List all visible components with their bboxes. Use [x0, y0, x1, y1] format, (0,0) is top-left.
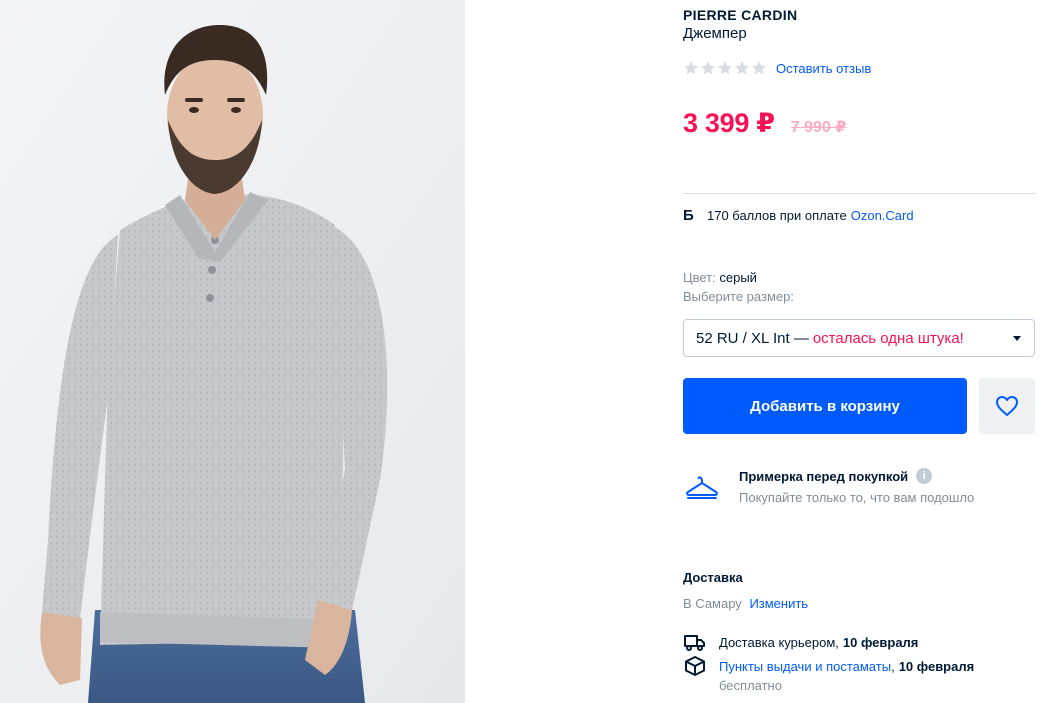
color-line: Цвет: серый [683, 270, 757, 285]
star-icon [684, 61, 698, 75]
change-region-link[interactable]: Изменить [749, 596, 808, 611]
info-icon[interactable]: i [916, 468, 933, 484]
pickup-date: 10 февраля [898, 658, 975, 674]
pickup-comma: , [891, 658, 895, 674]
price-row: 3 399 ₽ 7 990 ₽ [683, 108, 846, 139]
bonus-points-row: Б 170 баллов при оплате Ozon.Card [683, 207, 914, 224]
stock-warning: осталась одна штука! [812, 329, 964, 347]
courier-delivery-row: Доставка курьером, 10 февраля [683, 632, 918, 652]
star-icon [718, 61, 732, 75]
try-on-title-text: Примерка перед покупкой [739, 468, 909, 484]
color-label: Цвет: [683, 270, 716, 285]
ozon-card-link[interactable]: Ozon.Card [851, 208, 914, 223]
size-label: Выберите размер: [683, 289, 794, 304]
courier-text: Доставка курьером, [719, 634, 839, 650]
size-selected-value: 52 RU / XL Int — [696, 329, 809, 347]
rating-row: Оставить отзыв [683, 60, 871, 76]
region-text: В Самару [683, 596, 742, 611]
star-icon [735, 61, 749, 75]
truck-icon [684, 635, 705, 651]
add-to-cart-button[interactable]: Добавить в корзину [683, 378, 967, 434]
product-photo-illustration [0, 0, 465, 703]
try-on-subtitle: Покупайте только то, что вам подошло [739, 490, 975, 505]
product-info-panel: PIERRE CARDIN Джемпер Оставить отзыв 3 3… [683, 0, 1035, 703]
bonus-points-icon: Б [683, 207, 694, 224]
bonus-text: 170 баллов при оплате [707, 208, 847, 223]
parcel-box-icon [685, 656, 705, 676]
favorite-button[interactable] [979, 378, 1035, 434]
heart-icon [996, 396, 1018, 416]
product-title: Джемпер [683, 25, 747, 42]
try-on-info: Примерка перед покупкой i Покупайте толь… [683, 466, 1035, 510]
delivery-region: В Самару Изменить [683, 596, 808, 611]
product-image[interactable] [0, 0, 465, 703]
hanger-icon [686, 476, 718, 499]
old-price: 7 990 ₽ [790, 119, 847, 136]
courier-date: 10 февраля [842, 634, 919, 650]
pickup-delivery-row: Пункты выдачи и постаматы , 10 февраля [683, 656, 974, 676]
color-value: серый [719, 270, 757, 285]
divider [683, 193, 1035, 194]
star-icon [752, 61, 766, 75]
star-icon [701, 61, 715, 75]
pickup-points-link[interactable]: Пункты выдачи и постаматы [719, 659, 891, 674]
brand-name[interactable]: PIERRE CARDIN [683, 7, 797, 23]
rating-stars[interactable] [683, 60, 767, 76]
size-select[interactable]: 52 RU / XL Int — осталась одна штука! [683, 319, 1035, 357]
delivery-heading: Доставка [683, 570, 743, 585]
current-price: 3 399 ₽ [683, 108, 775, 138]
pickup-price: бесплатно [719, 678, 782, 693]
try-on-title: Примерка перед покупкой i [739, 468, 933, 484]
chevron-down-icon [1013, 336, 1021, 341]
leave-review-link[interactable]: Оставить отзыв [776, 61, 871, 76]
